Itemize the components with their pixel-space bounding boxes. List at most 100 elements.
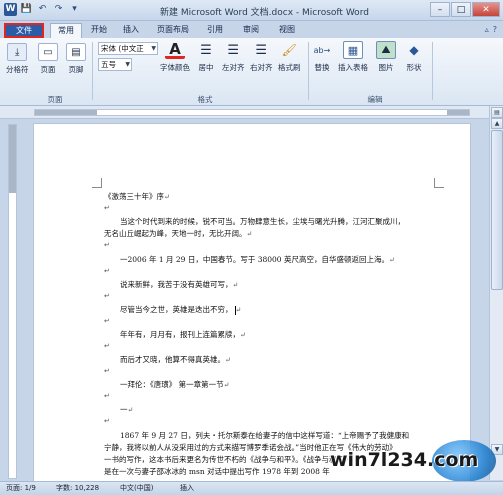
crop-mark [434, 178, 444, 188]
customize-icon[interactable]: ▾ [68, 3, 81, 16]
insert-table-button[interactable]: ▦ 插入表格 [338, 41, 368, 73]
paragraph-mark: ↵ [104, 204, 110, 212]
align-right-icon: ☰ [255, 42, 268, 58]
chevron-down-icon: ▼ [151, 45, 156, 52]
page-button[interactable]: ▭ 页面 [38, 43, 58, 75]
paragraph: 是在一次与妻子邵冰冰的 msn 对话中提出写作 1978 年到 2008 年 [104, 467, 330, 476]
vertical-scrollbar[interactable]: ▤ ▲ ▼ [489, 106, 503, 480]
font-size-combo[interactable]: 五号 ▼ [98, 58, 132, 71]
replace-button[interactable]: ab→ 替换 [312, 41, 332, 73]
page-break-icon: ⤓ [7, 43, 28, 61]
status-language[interactable]: 中文(中国) [120, 482, 153, 495]
ribbon-tabs: 文件 常用 开始 插入 页面布局 引用 审阅 视图 ▵ ? [0, 21, 503, 39]
right-align-button[interactable]: ☰ 右对齐 [250, 41, 273, 73]
group-separator [432, 42, 433, 100]
format-brush-icon: 🖌 [281, 43, 297, 57]
paragraph: 无名山丘崛起为峰，天地一时，无比开阔。↵ [104, 229, 253, 238]
minimize-button[interactable]: – [430, 2, 450, 17]
tab-file[interactable]: 文件 [4, 23, 44, 38]
crop-mark [92, 178, 102, 188]
center-button[interactable]: ☰ 居中 [196, 41, 216, 73]
picture-icon: ⛰ [376, 41, 396, 59]
ribbon-help-icons: ▵ ? [485, 25, 497, 34]
tab-page-layout[interactable]: 页面布局 [150, 23, 196, 38]
font-color-icon: A [165, 40, 185, 59]
tab-home[interactable]: 开始 [84, 23, 114, 38]
paragraph: 1867 年 9 月 27 日，列夫・托尔斯泰在给妻子的信中这样写道：“上帝赐予… [120, 431, 410, 440]
window-controls: – □ ✕ [430, 2, 500, 17]
status-mode[interactable]: 插入 [180, 482, 194, 495]
save-icon[interactable]: 💾 [20, 3, 33, 16]
justify-button[interactable]: ☰ 左对齐 [222, 41, 245, 73]
vertical-ruler[interactable] [8, 124, 17, 479]
paragraph-mark: ↵ [104, 241, 110, 249]
format-brush-button[interactable]: 🖌 格式刷 [278, 41, 301, 73]
paragraph-mark: ↵ [104, 342, 110, 350]
paragraph: 一2006 年 1 月 29 日，中国春节。写于 38000 英尺高空，自华盛顿… [120, 255, 395, 264]
paragraph: 一↵ [120, 405, 134, 414]
paragraph: 一书的写作，这本书后来更名为传世不朽的《战争与和平》。《战争与和平》 [104, 455, 352, 464]
shapes-icon: ◆ [409, 43, 419, 57]
ruler-margin-top [9, 125, 16, 193]
quick-access-toolbar: W 💾 ↶ ↷ ▾ [4, 3, 81, 16]
picture-button[interactable]: ⛰ 图片 [376, 41, 396, 73]
align-center-icon: ☰ [200, 42, 212, 58]
horizontal-ruler[interactable] [0, 106, 503, 119]
status-word-count[interactable]: 字数: 10,228 [56, 482, 99, 495]
paragraph-mark: ↵ [104, 417, 110, 425]
page-break-button[interactable]: ⤓ 分格符 [6, 43, 29, 75]
paragraph-mark: ↵ [104, 317, 110, 325]
font-color-button[interactable]: A 字体颜色 [160, 40, 190, 73]
scroll-up-icon[interactable]: ▲ [491, 118, 503, 129]
paragraph: 说来新鲜，我苦于没有英雄可写，↵ [120, 280, 239, 289]
undo-icon[interactable]: ↶ [36, 3, 49, 16]
tab-view[interactable]: 视图 [272, 23, 302, 38]
ribbon: ⤓ 分格符 ▭ 页面 ▤ 页脚 页面 宋体 (中文正 ▼ 五号 ▼ A 字体颜色 ☰… [0, 38, 503, 106]
window-title: 新建 Microsoft Word 文档.docx - Microsoft Wo… [160, 8, 369, 18]
maximize-button[interactable]: □ [451, 2, 471, 17]
redo-icon[interactable]: ↷ [52, 3, 65, 16]
group-label-edit: 编辑 [367, 95, 383, 104]
paragraph: 《激荡三十年》序↵ [104, 192, 170, 201]
paragraph-mark: ↵ [104, 367, 110, 375]
font-name-combo[interactable]: 宋体 (中文正 ▼ [98, 42, 158, 55]
watermark-text: win7l234.com [330, 449, 479, 471]
tab-common[interactable]: 常用 [50, 23, 82, 39]
paragraph: 当这个时代到来的时候，锐不可当。万物肆意生长，尘埃与曙光升腾，江河汇聚成川， [120, 217, 405, 226]
tab-review[interactable]: 审阅 [236, 23, 266, 38]
ruler-track [34, 109, 470, 116]
tab-insert[interactable]: 插入 [116, 23, 146, 38]
ruler-margin-right [447, 110, 469, 115]
chevron-down-icon: ▼ [125, 61, 130, 68]
scroll-thumb[interactable] [491, 130, 503, 290]
tab-references[interactable]: 引用 [200, 23, 230, 38]
footer-icon: ▤ [66, 43, 86, 61]
close-button[interactable]: ✕ [472, 2, 500, 17]
replace-icon: ab→ [313, 45, 331, 55]
title-bar: W 💾 ↶ ↷ ▾ 新建 Microsoft Word 文档.docx - Mi… [0, 0, 503, 21]
group-separator [92, 42, 93, 100]
shape-button[interactable]: ◆ 形状 [404, 41, 424, 73]
status-bar: 页面: 1/9 字数: 10,228 中文(中国) 插入 [0, 481, 503, 495]
paragraph-mark: ↵ [104, 392, 110, 400]
paragraph-mark: ↵ [104, 267, 110, 275]
footer-button[interactable]: ▤ 页脚 [66, 43, 86, 75]
group-separator [308, 42, 309, 100]
status-page[interactable]: 页面: 1/9 [6, 482, 36, 495]
align-justify-icon: ☰ [227, 42, 240, 58]
paragraph-mark: ↵ [104, 292, 110, 300]
page-icon: ▭ [38, 43, 58, 61]
document-page[interactable]: 《激荡三十年》序↵ ↵ 当这个时代到来的时候，锐不可当。万物肆意生长，尘埃与曙光… [34, 124, 470, 481]
paragraph: 而后才又晓，他算不得真英雄。↵ [120, 355, 231, 364]
group-label-format: 格式 [197, 95, 213, 104]
paragraph: 一拜伦：《唐璜》 第一章第一节↵ [120, 380, 230, 389]
collapse-ribbon-icon[interactable]: ▵ [485, 25, 489, 34]
group-label-page: 页面 [47, 95, 63, 104]
ruler-toggle-icon[interactable]: ▤ [491, 107, 503, 118]
word-logo-icon[interactable]: W [4, 3, 17, 16]
paragraph: 年年有，月月有，报刊上连篇累牍，↵ [120, 330, 246, 339]
paragraph: 尽管当今之世，英雄是迭出不穷， ↵ [120, 305, 242, 315]
ruler-margin-left [35, 110, 97, 115]
help-icon[interactable]: ? [493, 25, 497, 34]
table-icon: ▦ [343, 41, 363, 59]
